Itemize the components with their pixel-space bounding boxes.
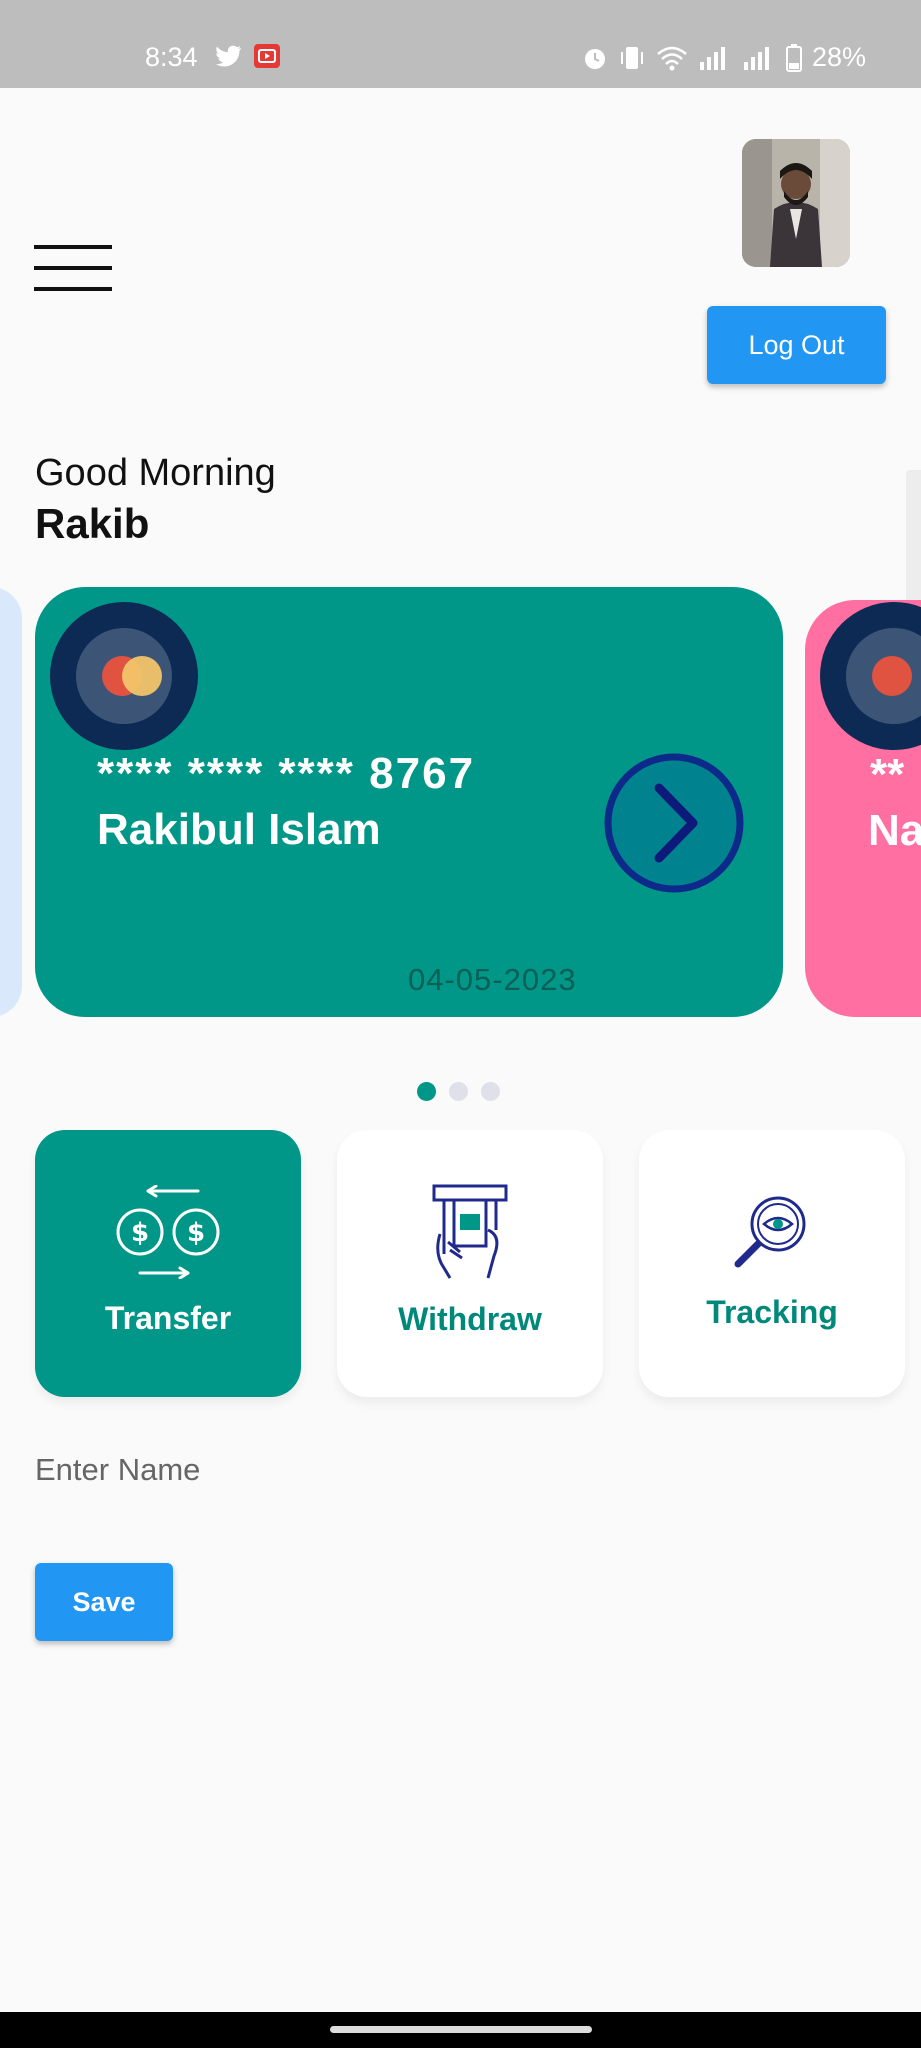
credit-card-next[interactable]: ** Na [805, 600, 921, 1017]
carousel-dot-3[interactable] [481, 1082, 500, 1101]
signal-icon-2 [743, 46, 769, 70]
alarm-icon [584, 48, 605, 69]
twitter-icon [216, 45, 241, 67]
card-date: 04-05-2023 [408, 962, 577, 997]
carousel-dot-1[interactable] [417, 1082, 436, 1101]
status-bar: 8:34 28% [0, 0, 921, 88]
avatar-image [742, 139, 850, 267]
withdraw-tile[interactable]: Withdraw [337, 1130, 603, 1397]
transfer-label: Transfer [104, 1300, 232, 1336]
battery-percent: 28% [811, 42, 866, 72]
transfer-icon: $ $ [116, 1185, 220, 1279]
home-indicator[interactable] [330, 2026, 592, 2033]
card-previous[interactable] [0, 587, 22, 1017]
status-time: 8:34 [145, 42, 198, 72]
save-button[interactable]: Save [35, 1563, 173, 1641]
withdraw-label: Withdraw [398, 1301, 542, 1337]
app-screen: 8:34 28% Log Out Good Morning Rakib ****… [0, 0, 921, 2048]
card-logo-circle [50, 602, 198, 750]
card-number: **** **** **** 8767 [97, 749, 476, 798]
card-holder-name-next: Na [868, 806, 921, 855]
svg-text:$: $ [187, 1218, 205, 1248]
carousel-dot-2[interactable] [449, 1082, 468, 1101]
card-holder-name: Rakibul Islam [97, 805, 381, 854]
battery-icon [785, 43, 802, 72]
carousel-indicator [417, 1082, 500, 1101]
name-input[interactable] [35, 1440, 885, 1500]
youtube-icon [254, 44, 280, 68]
vibrate-icon [620, 46, 643, 69]
tracking-tile[interactable]: Tracking [639, 1130, 905, 1397]
avatar[interactable] [742, 139, 850, 267]
greeting-text: Good Morning [35, 452, 276, 494]
card-number-next: ** [870, 750, 905, 799]
chevron-right-icon[interactable] [603, 752, 745, 894]
transfer-tile[interactable]: $ $ Transfer [35, 1130, 301, 1397]
hamburger-menu-icon[interactable] [34, 245, 112, 291]
tracking-search-icon [734, 1196, 806, 1268]
card-logo-circle-next [820, 602, 921, 750]
logout-button[interactable]: Log Out [707, 306, 886, 384]
credit-card[interactable]: **** **** **** 8767 Rakibul Islam 04-05-… [35, 587, 783, 1017]
atm-withdraw-icon [432, 1184, 508, 1279]
signal-icon [699, 46, 725, 70]
tracking-label: Tracking [706, 1294, 838, 1330]
wifi-icon [657, 46, 687, 70]
user-name: Rakib [35, 500, 150, 547]
svg-text:$: $ [131, 1218, 149, 1248]
mastercard-icon-next [872, 656, 912, 696]
